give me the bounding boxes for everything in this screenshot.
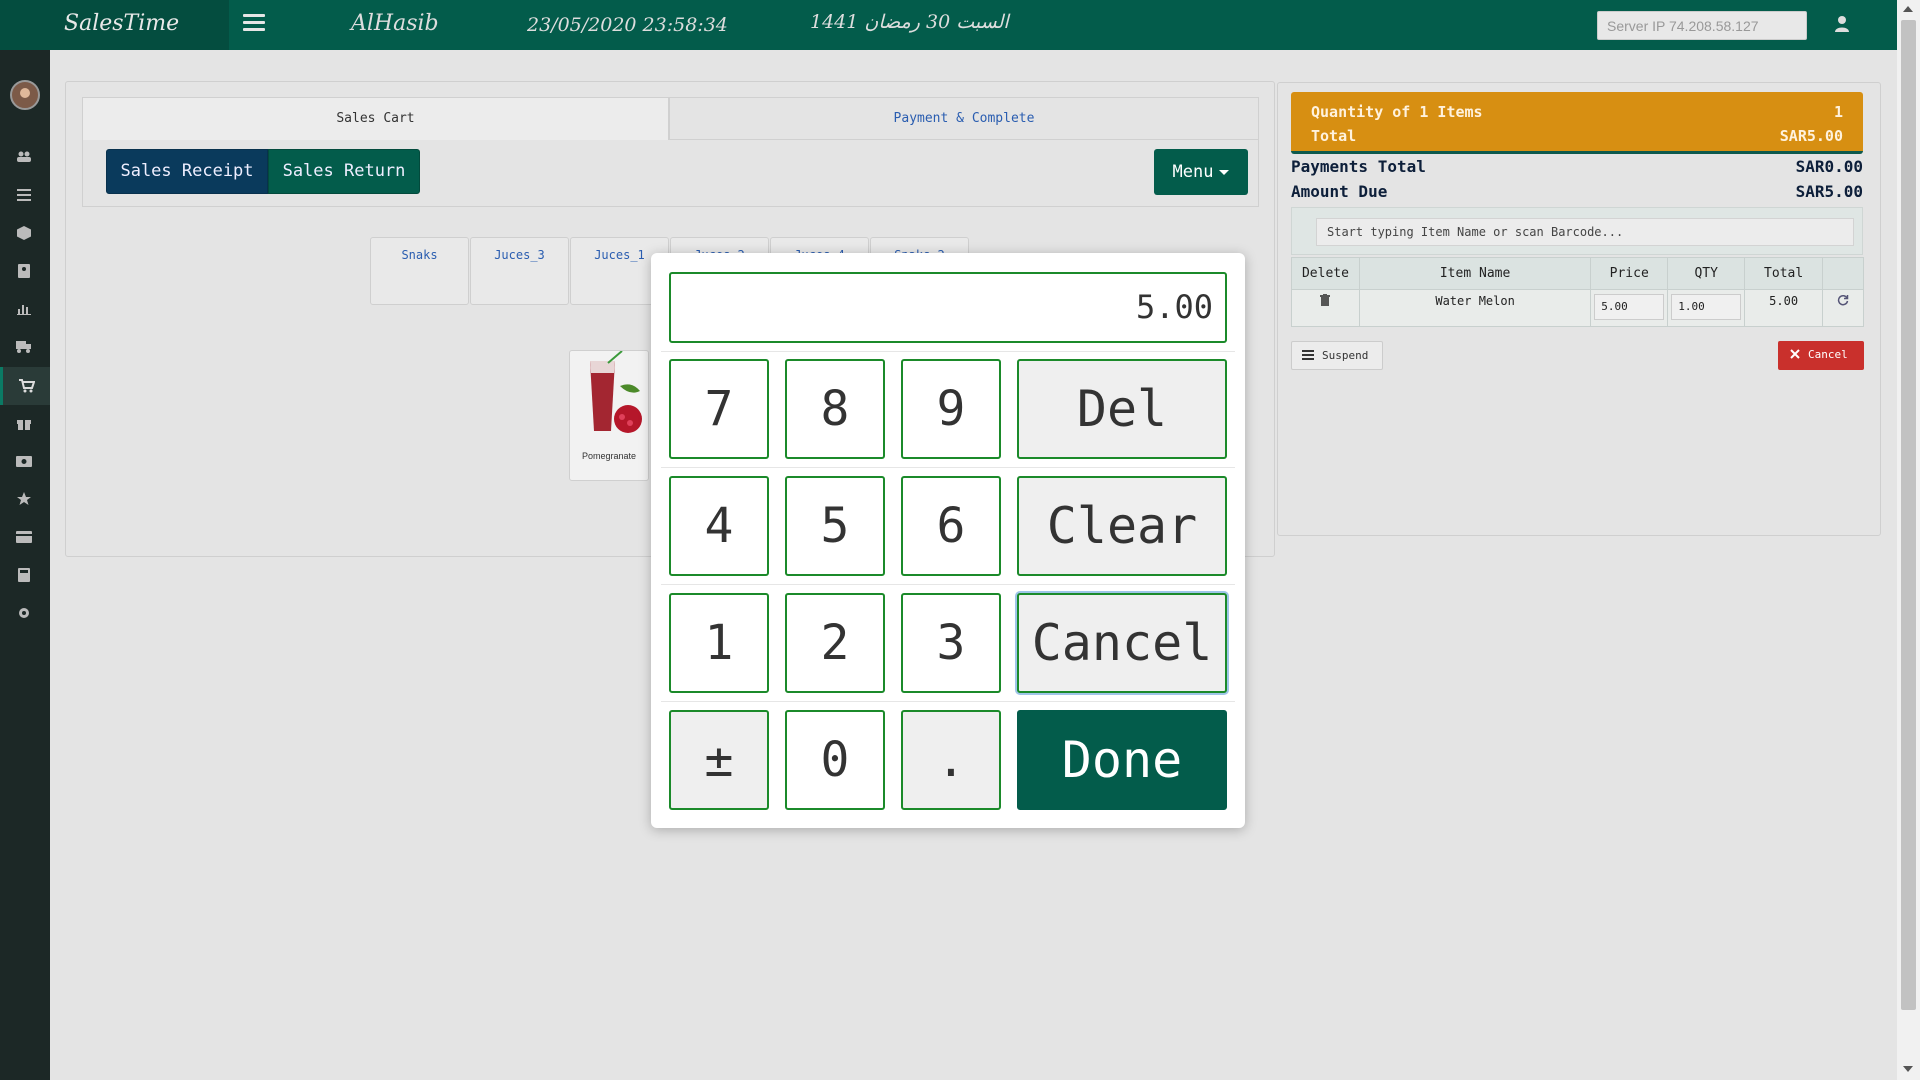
- key-0[interactable]: 0: [785, 710, 885, 810]
- keypad-display[interactable]: 5.00: [669, 272, 1227, 343]
- key-2[interactable]: 2: [785, 593, 885, 693]
- divider: [661, 351, 1235, 352]
- key-8[interactable]: 8: [785, 359, 885, 459]
- divider: [661, 701, 1235, 702]
- key-5[interactable]: 5: [785, 476, 885, 576]
- numeric-keypad-dialog: 5.00 7 8 9 Del 4 5 6 Clear 1 2 3 Cancel …: [651, 253, 1245, 828]
- key-6[interactable]: 6: [901, 476, 1001, 576]
- decimal-key[interactable]: .: [901, 710, 1001, 810]
- done-button[interactable]: Done: [1017, 710, 1227, 810]
- key-1[interactable]: 1: [669, 593, 769, 693]
- key-4[interactable]: 4: [669, 476, 769, 576]
- key-3[interactable]: 3: [901, 593, 1001, 693]
- scroll-up-icon[interactable]: [1903, 6, 1913, 12]
- divider: [661, 467, 1235, 468]
- plus-minus-key[interactable]: ±: [669, 710, 769, 810]
- delete-key[interactable]: Del: [1017, 359, 1227, 459]
- key-7[interactable]: 7: [669, 359, 769, 459]
- clear-key[interactable]: Clear: [1017, 476, 1227, 576]
- page-scrollbar[interactable]: [1897, 0, 1920, 1080]
- scroll-down-icon[interactable]: [1903, 1066, 1913, 1072]
- cancel-key[interactable]: Cancel: [1017, 593, 1227, 693]
- divider: [661, 584, 1235, 585]
- key-9[interactable]: 9: [901, 359, 1001, 459]
- scroll-thumb[interactable]: [1901, 20, 1916, 1010]
